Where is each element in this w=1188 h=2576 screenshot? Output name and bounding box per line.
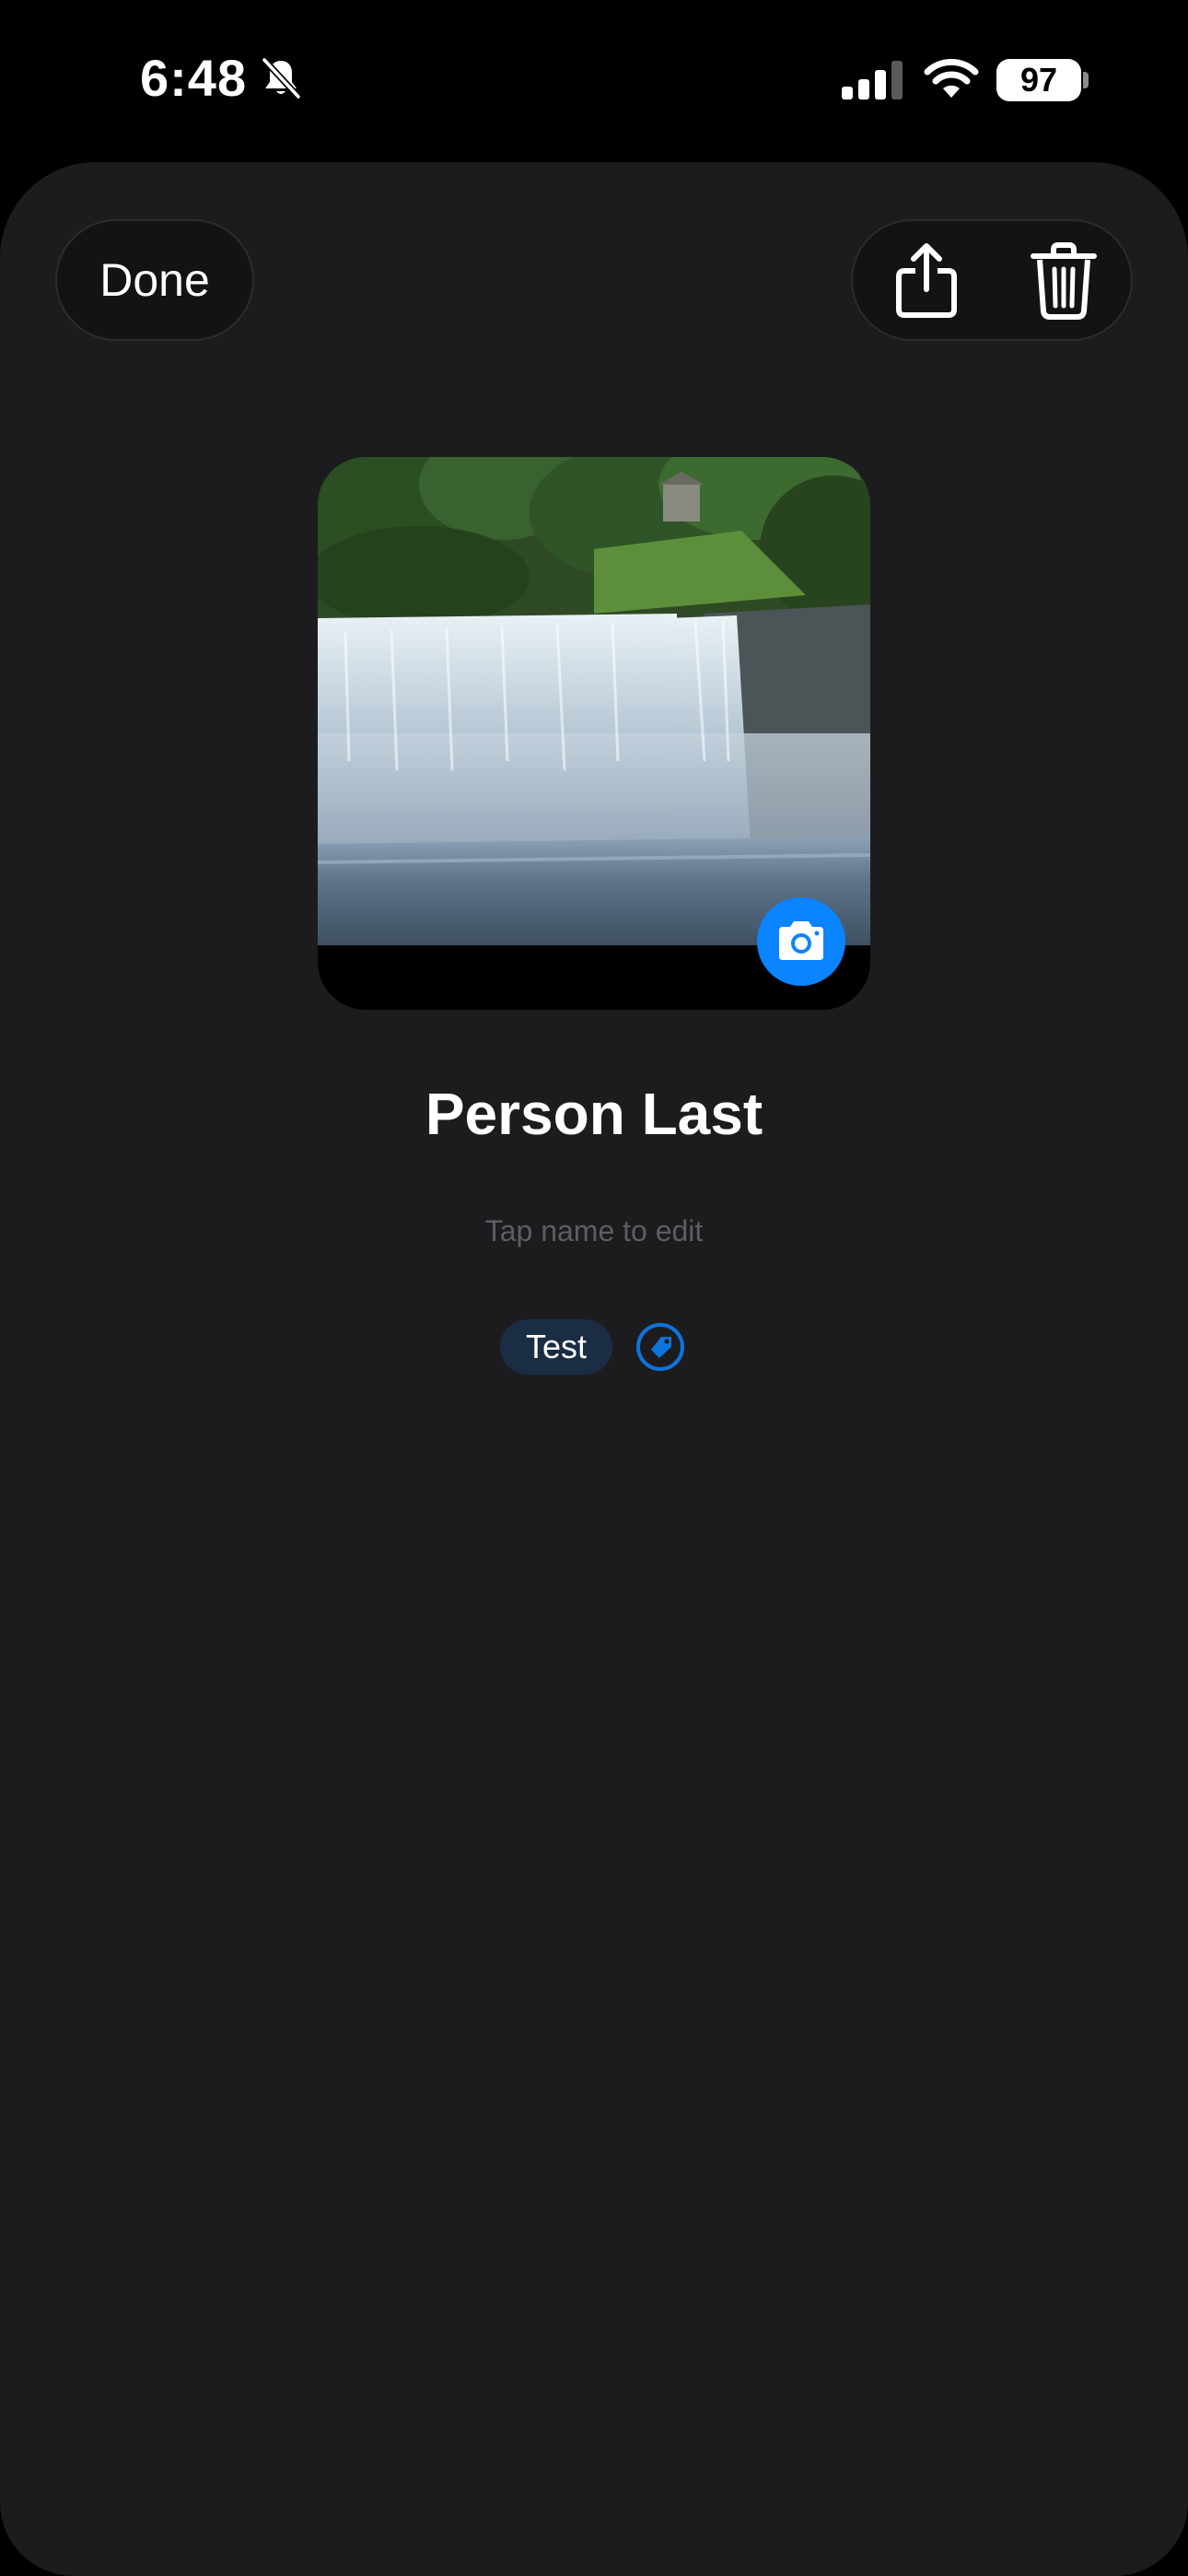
battery-indicator: 97 [996,59,1081,101]
person-name[interactable]: Person Last [0,1080,1188,1148]
share-icon[interactable] [890,241,963,321]
actions-pill [851,219,1133,341]
camera-icon [779,921,823,960]
person-detail-sheet: Done Person Last Tap name to edit Test [0,162,1188,2576]
cellular-signal-icon [842,61,903,100]
waterfall-photo [318,457,870,945]
trash-icon[interactable] [1030,241,1098,321]
battery-tip [1083,72,1089,88]
wifi-icon [924,58,979,98]
change-photo-button[interactable] [757,897,845,986]
status-time: 6:48 [140,49,248,107]
status-bar: 6:48 97 [0,0,1188,157]
bell-slash-icon [262,57,301,100]
edit-hint: Tap name to edit [484,1214,704,1247]
done-button[interactable]: Done [55,219,254,341]
tag-chip[interactable]: Test [500,1319,612,1375]
tag-icon[interactable] [635,1321,686,1373]
